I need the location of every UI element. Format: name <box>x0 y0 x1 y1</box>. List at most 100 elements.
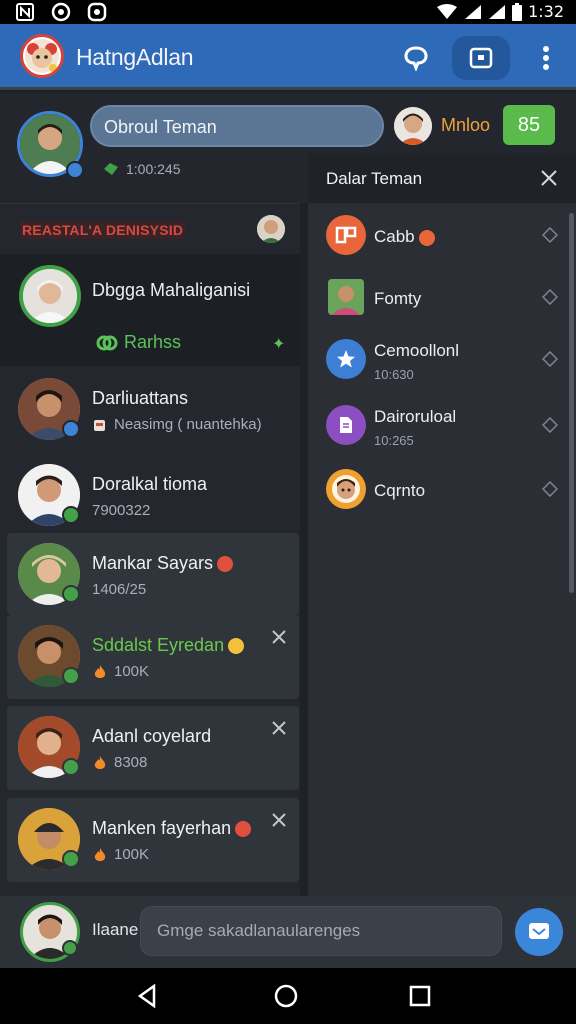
friend-row[interactable]: Cqrnto <box>308 459 568 523</box>
friend-name: Cabb <box>374 227 435 247</box>
friend-name: Cqrnto <box>374 481 426 500</box>
close-icon[interactable] <box>271 629 287 645</box>
friend-name: Fomty <box>374 289 422 308</box>
red-status-icon <box>235 821 252 838</box>
featured-contact[interactable]: Dbgga Mahaliganisi Rarhss ✦ <box>0 254 300 366</box>
send-message-icon <box>529 923 549 939</box>
contact-name: Sddalst Eyredan <box>92 635 245 656</box>
online-badge <box>62 940 78 956</box>
friend-name[interactable]: Mnloo <box>441 115 490 136</box>
friend-avatar[interactable] <box>394 107 432 145</box>
status-bar: 1:32 <box>0 0 576 24</box>
app-logo[interactable] <box>20 34 64 78</box>
friend-name: Dairoruloal <box>374 407 457 426</box>
signal-icon-2 <box>488 4 506 20</box>
friends-panel-header: Dalar Teman <box>308 153 576 203</box>
contact-name: Adanl coyelard <box>92 726 212 746</box>
list-item[interactable]: Manken fayerhan 100K <box>7 798 299 882</box>
contact-sub: 7900322 <box>92 502 150 519</box>
add-icon[interactable]: ✦ <box>272 334 285 354</box>
fire-icon <box>94 664 106 678</box>
online-badge <box>62 850 80 868</box>
friend-time: 10:265 <box>374 433 414 448</box>
list-item[interactable]: Sddalst Eyredan 100K <box>7 615 299 699</box>
featured-avatar[interactable] <box>19 265 81 327</box>
contact-sub-text: 100K <box>114 663 150 680</box>
close-icon[interactable] <box>271 812 287 828</box>
app-bar: HatngAdlan <box>0 24 576 90</box>
back-icon[interactable] <box>134 982 162 1010</box>
composer-name: Ilaane <box>92 920 139 939</box>
close-icon[interactable] <box>271 720 287 736</box>
scrollbar[interactable] <box>569 213 574 593</box>
friend-name-text: Cabb <box>374 227 415 246</box>
list-item[interactable]: Adanl coyelard 8308 <box>7 706 299 790</box>
pin-icon[interactable] <box>542 227 558 243</box>
friend-row[interactable]: Fomty <box>308 267 568 331</box>
online-badge <box>62 667 80 685</box>
online-badge <box>62 420 80 438</box>
search-friends-field[interactable]: Obroul Teman <box>90 105 384 147</box>
chat-list: REASTAL'A DENISYSID Dbgga Mahaliganisi R… <box>0 203 300 896</box>
featured-action-link[interactable]: Rarhss <box>96 332 181 353</box>
section-avatar[interactable] <box>257 215 285 243</box>
count-badge[interactable]: 85 <box>503 105 555 145</box>
friends-panel: Dalar Teman Cabb Fomty Cemoollonl 10:630… <box>308 153 576 896</box>
document-icon <box>326 405 366 445</box>
signal-icon <box>464 4 482 20</box>
fire-icon <box>94 755 106 769</box>
chat-bubble-button[interactable] <box>394 36 438 80</box>
alert-icon <box>418 229 435 246</box>
friend-row[interactable]: Cemoollonl 10:630 <box>308 329 568 393</box>
online-badge <box>62 585 80 603</box>
emoji-icon <box>228 638 245 655</box>
chat-bubble-icon <box>404 46 428 71</box>
media-button[interactable] <box>452 36 510 80</box>
message-input[interactable]: Gmge sakadlanaularenges <box>140 906 502 956</box>
contact-sub-text: 1406/25 <box>92 581 147 598</box>
contact-sub-text: Neasimg ( nuantehka) <box>114 416 262 433</box>
featured-action-label: Rarhss <box>124 332 182 352</box>
contact-sub-text: 100K <box>114 846 150 863</box>
featured-name: Dbgga Mahaliganisi <box>92 280 251 300</box>
message-composer: Ilaane Gmge sakadlanaularenges <box>0 896 576 968</box>
section-label: REASTAL'A DENISYSID <box>20 221 186 239</box>
friend-row[interactable]: Cabb <box>308 205 568 269</box>
friend-name: Cemoollonl <box>374 341 460 360</box>
list-item[interactable]: Mankar Sayars 1406/25 <box>7 533 299 615</box>
my-status: 1:00:245 <box>102 161 181 177</box>
pin-icon[interactable] <box>542 481 558 497</box>
media-frame-icon <box>469 47 493 69</box>
online-badge <box>62 758 80 776</box>
online-badge <box>62 506 80 524</box>
home-icon[interactable] <box>272 982 300 1010</box>
friend-row[interactable]: Dairoruloal 10:265 <box>308 395 568 459</box>
contact-name: Doralkal tioma <box>92 474 208 494</box>
system-nav-bar <box>0 968 576 1024</box>
list-item[interactable]: Doralkal tioma 7900322 <box>0 454 300 536</box>
pin-icon[interactable] <box>542 417 558 433</box>
verified-badge <box>66 161 84 179</box>
contact-sub: 100K <box>92 663 149 680</box>
pin-icon[interactable] <box>542 351 558 367</box>
cup-icon <box>94 419 105 431</box>
send-button[interactable] <box>515 908 563 956</box>
link-chain-icon <box>96 335 118 350</box>
contact-sub-text: 8308 <box>114 754 148 771</box>
recents-icon[interactable] <box>406 982 434 1010</box>
friends-panel-title: Dalar Teman <box>326 169 423 188</box>
person-photo-icon <box>328 279 364 315</box>
contact-name: Mankar Sayars <box>92 553 234 574</box>
leaf-icon <box>104 163 118 175</box>
face-icon <box>326 469 366 509</box>
fire-icon <box>94 847 106 861</box>
close-icon[interactable] <box>540 169 558 187</box>
contact-name: Manken fayerhan <box>92 818 252 839</box>
list-item[interactable]: Darliuattans Neasimg ( nuantehka) <box>0 368 300 450</box>
contact-name: Darliuattans <box>92 388 189 408</box>
notification-n-icon <box>14 1 36 23</box>
contact-sub: Neasimg ( nuantehka) <box>92 416 262 433</box>
app-notification-icon <box>86 1 108 23</box>
pin-icon[interactable] <box>542 289 558 305</box>
overflow-menu-button[interactable] <box>524 36 568 80</box>
